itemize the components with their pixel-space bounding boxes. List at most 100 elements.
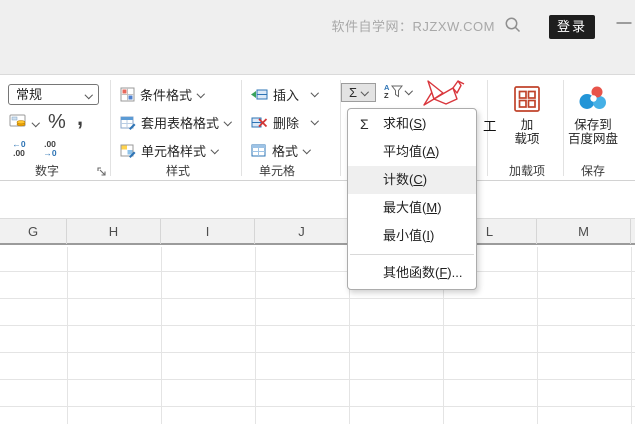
- chevron-down-icon: [211, 147, 218, 154]
- menu-item-hotkey: C: [413, 172, 422, 187]
- accounting-number-icon: [9, 113, 29, 130]
- autosum-button[interactable]: Σ: [341, 83, 376, 102]
- increase-decimal-bottom: .00: [13, 149, 25, 158]
- menu-item-label: )...: [447, 265, 462, 280]
- chevron-down-icon[interactable]: [311, 90, 318, 97]
- chevron-down-icon[interactable]: [311, 118, 318, 125]
- menu-item-hotkey: A: [426, 144, 435, 159]
- delete-cells-button[interactable]: 删除: [251, 112, 299, 132]
- chevron-down-icon[interactable]: [32, 120, 39, 127]
- menu-item-max[interactable]: 最大值(M): [348, 194, 476, 222]
- insert-cells-button[interactable]: 插入: [251, 84, 299, 104]
- number-group-label: 数字: [19, 162, 75, 179]
- menu-item-label: ): [422, 116, 426, 131]
- paper-crane-icon: [422, 78, 466, 108]
- menu-item-label: ): [430, 228, 434, 243]
- chevron-down-icon: [197, 91, 204, 98]
- chevron-down-icon: [405, 88, 412, 95]
- menu-item-label: ): [437, 200, 441, 215]
- accounting-format-button[interactable]: [9, 113, 29, 135]
- insert-cells-icon: [251, 87, 268, 102]
- menu-item-label: 计数(: [383, 172, 413, 187]
- format-cells-button[interactable]: 格式: [251, 140, 310, 160]
- format-as-table-label: 套用表格格式: [141, 113, 219, 132]
- delete-cells-icon: [251, 115, 268, 130]
- column-header-g[interactable]: G: [0, 219, 67, 244]
- minimize-button[interactable]: —: [615, 14, 633, 31]
- cell-styles-icon: [120, 143, 136, 158]
- grid-line: [0, 406, 635, 407]
- baidu-netdisk-icon: [578, 84, 608, 112]
- save-group-label: 保存: [565, 162, 621, 179]
- addins-group-label: 加载项: [499, 162, 555, 179]
- number-format-value: 常规: [16, 87, 42, 102]
- styles-group-label: 样式: [150, 162, 206, 179]
- menu-item-hotkey: S: [413, 116, 422, 131]
- menu-item-more-functions[interactable]: 其他函数(F)...: [348, 259, 476, 287]
- sigma-icon: Σ: [349, 85, 357, 100]
- grid-line: [537, 247, 538, 424]
- chevron-down-icon: [303, 147, 310, 154]
- menu-item-label: 平均值(: [383, 144, 426, 159]
- menu-item-label: 其他函数(: [383, 265, 439, 280]
- grid-line: [255, 247, 256, 424]
- grid-line: [0, 298, 635, 299]
- column-header-m[interactable]: M: [537, 219, 631, 244]
- group-separator: [110, 80, 111, 176]
- column-header-i[interactable]: I: [161, 219, 255, 244]
- cell-styles-button[interactable]: 单元格样式: [120, 140, 218, 160]
- format-as-table-button[interactable]: 套用表格格式: [120, 112, 231, 132]
- chevron-down-icon: [361, 89, 368, 96]
- menu-item-average[interactable]: 平均值(A): [348, 138, 476, 166]
- search-icon[interactable]: [504, 16, 522, 39]
- increase-decimal-button[interactable]: ←0 .00: [6, 140, 32, 158]
- menu-item-sum[interactable]: Σ 求和(S): [348, 110, 476, 138]
- menu-item-min[interactable]: 最小值(I): [348, 222, 476, 250]
- addins-button[interactable]: [513, 85, 541, 118]
- comma-style-button[interactable]: ,: [77, 105, 83, 131]
- menu-separator: [350, 254, 474, 255]
- cell-styles-label: 单元格样式: [141, 141, 206, 160]
- decrease-decimal-button[interactable]: .00 →0: [37, 140, 63, 158]
- partially-hidden-label: 工: [483, 115, 497, 135]
- top-bar: [0, 0, 635, 75]
- grid-line: [631, 247, 632, 424]
- addins-grid-icon: [513, 85, 541, 113]
- menu-item-label: 最小值(: [383, 228, 426, 243]
- login-button[interactable]: 登录: [549, 15, 595, 39]
- conditional-formatting-button[interactable]: 条件格式: [120, 84, 204, 104]
- menu-item-label: 最大值(: [383, 200, 426, 215]
- menu-item-count[interactable]: 计数(C): [348, 166, 476, 194]
- excel-window: 软件自学网：RJZXW.COM 登录 — 常规 % , ←0 .00 .00 →…: [0, 0, 635, 424]
- baidu-netdisk-label[interactable]: 保存到 百度网盘: [563, 118, 623, 146]
- format-cells-label: 格式: [272, 141, 298, 160]
- menu-item-label: 求和(: [383, 116, 413, 131]
- baidu-netdisk-button[interactable]: [578, 84, 608, 117]
- funnel-icon: [391, 85, 403, 98]
- column-header-h[interactable]: H: [67, 219, 161, 244]
- conditional-formatting-icon: [120, 87, 135, 102]
- decrease-decimal-bottom: →0: [43, 149, 56, 158]
- column-header-j[interactable]: J: [255, 219, 349, 244]
- menu-item-label: ): [435, 144, 439, 159]
- sigma-icon: Σ: [360, 110, 369, 138]
- delete-cells-label: 删除: [273, 113, 299, 132]
- cells-group-label: 单元格: [249, 162, 305, 179]
- conditional-formatting-label: 条件格式: [140, 85, 192, 104]
- grid-line: [67, 247, 68, 424]
- site-watermark: 软件自学网：RJZXW.COM: [250, 16, 495, 35]
- addins-button-label[interactable]: 加 载项: [507, 118, 547, 146]
- sort-filter-button[interactable]: A Z: [384, 84, 412, 99]
- number-dialog-launcher[interactable]: [96, 164, 107, 182]
- percent-style-button[interactable]: %: [48, 111, 66, 134]
- number-format-select[interactable]: 常规: [8, 84, 99, 105]
- grid-line: [0, 271, 635, 272]
- chevron-down-icon: [224, 119, 231, 126]
- format-cells-icon: [251, 143, 267, 158]
- menu-item-label: ): [423, 172, 427, 187]
- format-as-table-icon: [120, 115, 136, 130]
- group-separator: [241, 80, 242, 176]
- grid-line: [0, 379, 635, 380]
- grid-line: [0, 325, 635, 326]
- grid-line: [161, 247, 162, 424]
